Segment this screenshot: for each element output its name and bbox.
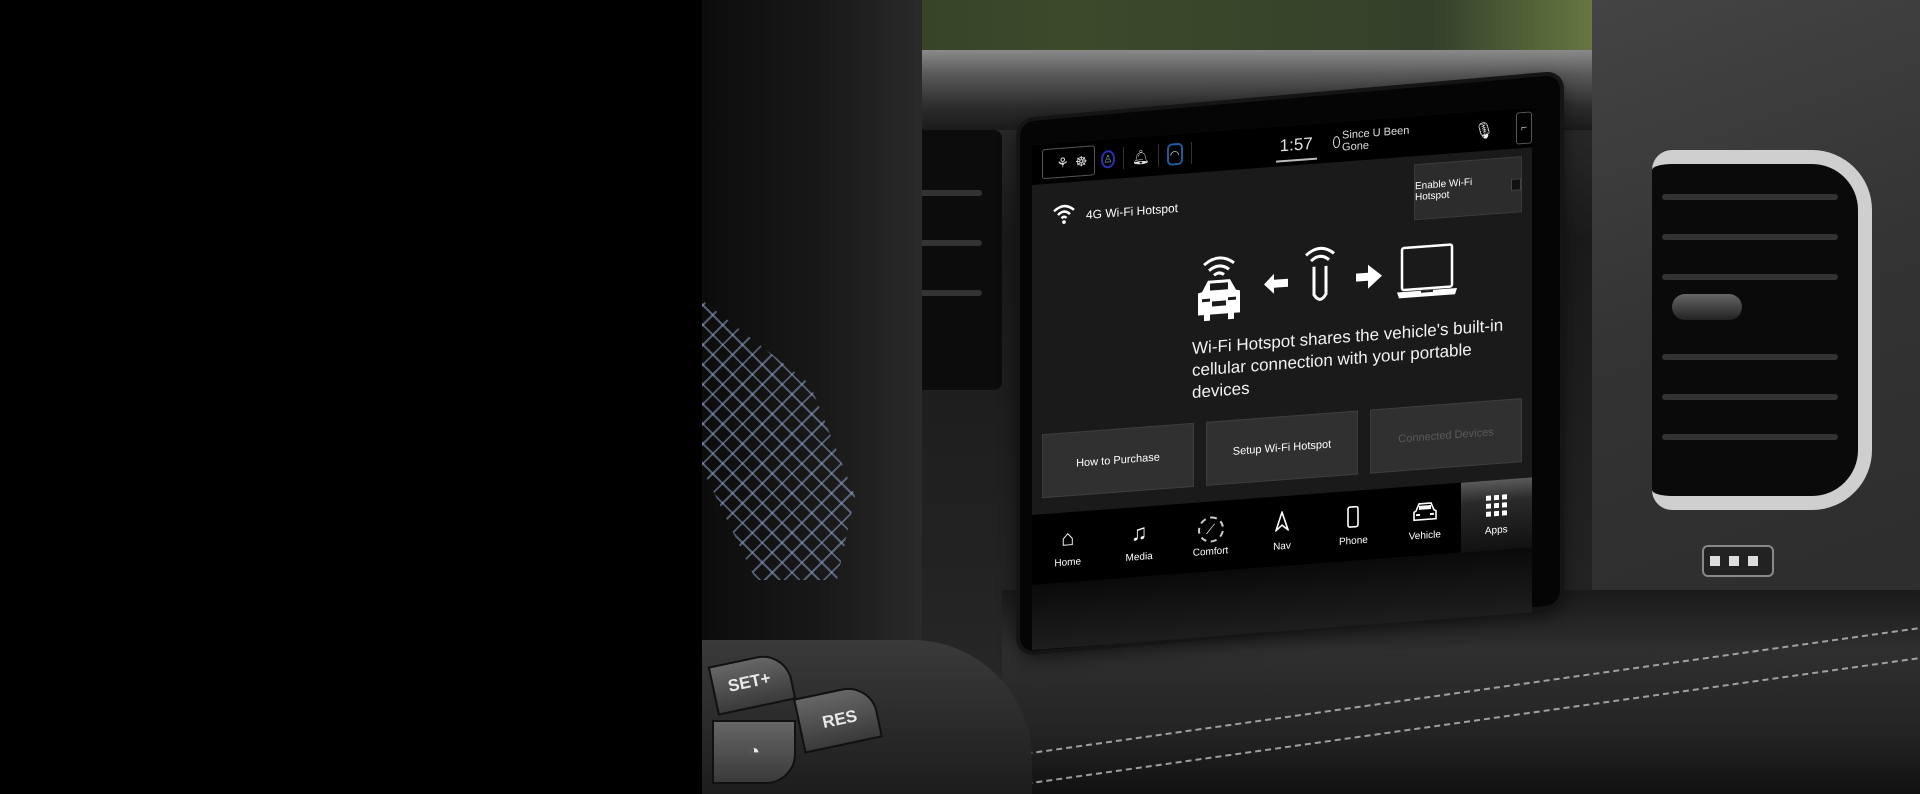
vent-slat bbox=[1662, 274, 1838, 280]
steering-wheel-hub: SET+ RES ◔ bbox=[702, 640, 1032, 794]
hazard-switch[interactable] bbox=[1702, 545, 1774, 577]
vent-slat bbox=[1662, 234, 1838, 240]
vent-slat bbox=[1662, 394, 1838, 400]
nav-label: Apps bbox=[1484, 523, 1508, 537]
vent-knob[interactable] bbox=[1672, 294, 1742, 320]
home-icon: ⌂ bbox=[1061, 524, 1075, 551]
hotspot-diagram bbox=[1192, 226, 1482, 328]
vehicle-icon bbox=[1413, 499, 1437, 525]
wifi-status-icon[interactable]: ◠ bbox=[1166, 142, 1183, 166]
clock[interactable]: 1:57 bbox=[1280, 134, 1313, 156]
music-note-icon: ♫ bbox=[1130, 518, 1148, 546]
passenger-seat-icon[interactable]: ⌐ bbox=[1516, 111, 1532, 145]
divider bbox=[1157, 144, 1159, 167]
vent-slat bbox=[1662, 354, 1838, 360]
nav-label: Phone bbox=[1338, 534, 1368, 548]
res-button[interactable]: RES bbox=[793, 682, 883, 754]
stitching bbox=[1026, 627, 1918, 755]
nav-home[interactable]: ⌂ Home bbox=[1032, 510, 1103, 585]
nav-label: Nav bbox=[1273, 540, 1291, 553]
vent-slat bbox=[1662, 194, 1838, 200]
nav-media[interactable]: ♫ Media bbox=[1103, 504, 1174, 579]
divider bbox=[1123, 147, 1125, 170]
setup-wifi-hotspot-button[interactable]: Setup Wi-Fi Hotspot bbox=[1206, 410, 1358, 486]
enable-wifi-hotspot-toggle[interactable]: Enable Wi-Fi Hotspot bbox=[1414, 156, 1522, 221]
hotspot-icon bbox=[1305, 246, 1335, 301]
microphone-icon[interactable]: 🎙︎ bbox=[1474, 120, 1494, 142]
now-playing[interactable]: Since U Been Gone bbox=[1332, 124, 1416, 154]
climate-seat-controls[interactable]: ⚘ ☸ bbox=[1042, 145, 1095, 180]
now-playing-title: Since U Been Gone bbox=[1342, 124, 1410, 154]
seat-heat-icon: ⚘ bbox=[1056, 154, 1069, 172]
nav-apps[interactable]: Apps bbox=[1460, 477, 1532, 553]
nav-label: Media bbox=[1125, 550, 1153, 564]
car-interior-photo: ⚘ ☸ ♙ 🔔︎ ◠ 1:57 Since U Been Gone 🎙︎ ⌐ 4… bbox=[702, 0, 1920, 794]
arrow-left-icon bbox=[1264, 273, 1288, 294]
notification-bell-icon[interactable]: 🔔︎ bbox=[1132, 148, 1150, 165]
left-black-panel bbox=[0, 0, 702, 794]
hotspot-description: Wi-Fi Hotspot shares the vehicle's built… bbox=[1192, 315, 1504, 402]
steering-heat-icon: ☸ bbox=[1074, 152, 1088, 170]
enable-label: Enable Wi-Fi Hotspot bbox=[1415, 176, 1473, 204]
nav-label: Comfort bbox=[1192, 544, 1229, 559]
comfort-seat-icon: ⟋ bbox=[1197, 515, 1224, 544]
divider bbox=[1190, 141, 1192, 165]
nav-label: Home bbox=[1054, 555, 1082, 569]
page-header: 4G Wi-Fi Hotspot bbox=[1052, 194, 1178, 231]
navigation-arrow-icon bbox=[1274, 509, 1290, 535]
car-wifi-icon bbox=[1198, 256, 1240, 322]
nav-comfort[interactable]: ⟋ Comfort bbox=[1175, 499, 1246, 574]
cruise-control-icon: ◔ bbox=[747, 740, 761, 763]
enable-checkbox[interactable] bbox=[1511, 178, 1521, 191]
stitching bbox=[1026, 657, 1918, 785]
page-title: 4G Wi-Fi Hotspot bbox=[1086, 201, 1179, 222]
laptop-icon bbox=[1397, 243, 1457, 299]
apps-grid-icon bbox=[1485, 493, 1507, 520]
connected-devices-button[interactable]: Connected Devices bbox=[1370, 398, 1522, 474]
nav-label: Vehicle bbox=[1408, 528, 1441, 543]
nav-vehicle[interactable]: Vehicle bbox=[1389, 483, 1460, 558]
nav-nav[interactable]: Nav bbox=[1246, 494, 1317, 569]
how-to-purchase-button[interactable]: How to Purchase bbox=[1042, 422, 1194, 499]
infotainment-screen: ⚘ ☸ ♙ 🔔︎ ◠ 1:57 Since U Been Gone 🎙︎ ⌐ 4… bbox=[1032, 107, 1532, 651]
cruise-control-button[interactable]: ◔ bbox=[712, 720, 796, 784]
user-profile-icon[interactable]: ♙ bbox=[1100, 149, 1116, 169]
phone-icon bbox=[1347, 505, 1360, 530]
wifi-icon bbox=[1052, 202, 1076, 232]
arrow-right-icon bbox=[1356, 264, 1382, 289]
nav-phone[interactable]: Phone bbox=[1318, 488, 1389, 563]
set-plus-button[interactable]: SET+ bbox=[707, 650, 797, 716]
vent-slat bbox=[1662, 434, 1838, 440]
right-air-vent bbox=[1652, 150, 1872, 510]
media-source-icon bbox=[1332, 135, 1341, 149]
